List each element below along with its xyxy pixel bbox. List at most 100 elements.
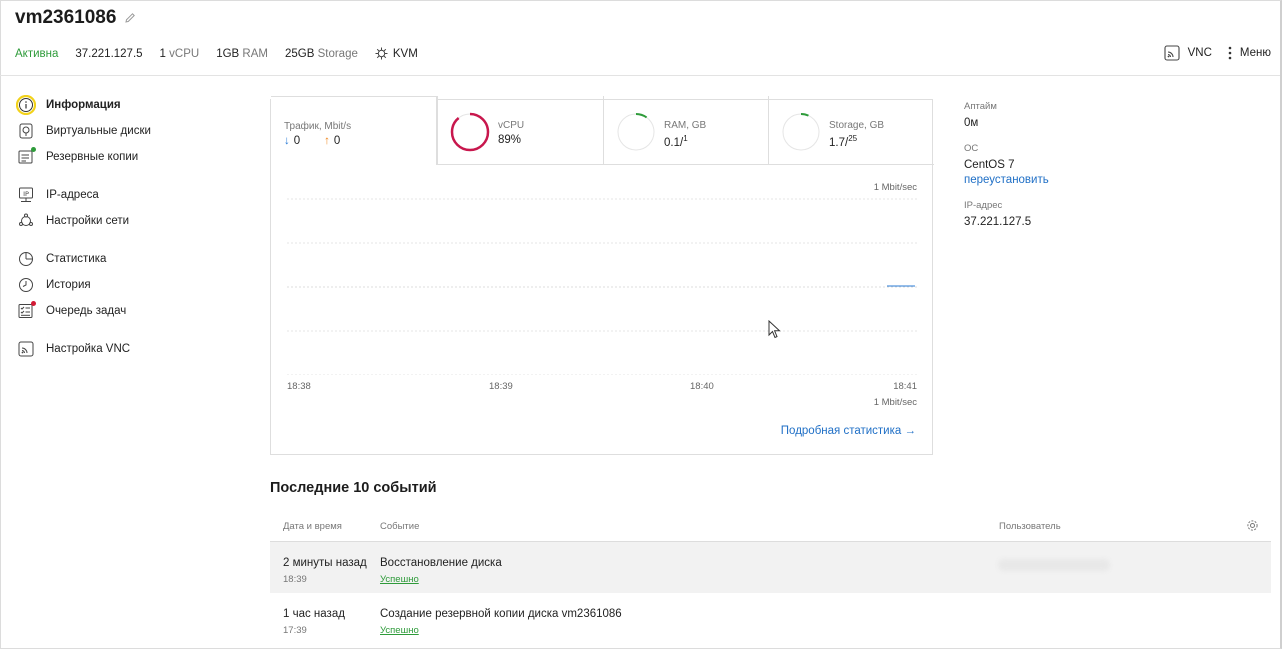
event-when: 1 час назад: [283, 608, 345, 620]
sidebar-item-label: История: [46, 279, 91, 291]
task-list-icon: [16, 301, 36, 321]
ram-label: RAM, GB: [664, 120, 707, 131]
sidebar-item-vnc[interactable]: Настройка VNC: [16, 336, 236, 362]
ram-value: 0.1/1: [664, 134, 688, 149]
top-actions: VNC Меню: [1164, 45, 1271, 61]
sidebar-item-info[interactable]: Информация: [16, 92, 236, 118]
info-icon: [16, 95, 36, 115]
vcpu-label: vCPU: [498, 120, 525, 131]
event-status-link[interactable]: Успешно: [380, 625, 419, 636]
pencil-icon[interactable]: [124, 12, 136, 24]
event-time: 18:39: [283, 574, 307, 585]
sidebar-item-label: Настройка VNC: [46, 343, 131, 355]
network-icon: [16, 211, 36, 231]
tab-traffic[interactable]: Трафик, Mbit/s ↓ 0 ↑ 0: [271, 96, 437, 165]
sidebar-item-label: Информация: [46, 99, 121, 111]
sidebar-item-history[interactable]: История: [16, 272, 236, 298]
disk-icon: [16, 121, 36, 141]
vnc-label: VNC: [1187, 47, 1212, 59]
vm-cpu: 1 vCPU: [159, 47, 200, 60]
sidebar: Информация Виртуальные диски Резервные к…: [16, 92, 236, 362]
uptime-value: 0м: [964, 117, 979, 129]
sidebar-item-statistics[interactable]: Статистика: [16, 246, 236, 272]
events-table: Дата и время Событие Пользователь 2 мину…: [270, 512, 1271, 644]
backup-icon: [16, 147, 36, 167]
storage-value: 1.7/25: [829, 134, 858, 149]
reinstall-link[interactable]: переустановить: [964, 174, 1164, 186]
event-when: 2 минуты назад: [283, 557, 367, 569]
event-description: Восстановление диска: [380, 557, 502, 569]
ip-icon: IP: [16, 185, 36, 205]
traffic-down: 0: [293, 135, 301, 147]
gauge-track: [617, 113, 655, 151]
vnc-button[interactable]: VNC: [1164, 45, 1212, 61]
tab-storage[interactable]: Storage, GB 1.7/25: [768, 96, 934, 165]
event-description: Создание резервной копии диска vm2361086: [380, 608, 622, 620]
table-row[interactable]: 1 час назад 17:39 Создание резервной коп…: [270, 593, 1271, 644]
detailed-stats-link[interactable]: Подробная статистика →: [781, 425, 916, 437]
sidebar-item-task-queue[interactable]: Очередь задач: [16, 298, 236, 324]
sidebar-item-label: IP-адреса: [46, 189, 99, 201]
sidebar-item-label: Виртуальные диски: [46, 125, 151, 137]
storage-gauge: [782, 113, 820, 151]
virt-type: KVM: [375, 47, 418, 60]
ip-value: 37.221.127.5: [964, 216, 1032, 228]
gear-chip-icon: [375, 47, 388, 60]
gauge-fill: [450, 112, 490, 152]
event-user-redacted: [998, 559, 1110, 571]
x-tick: 18:41: [893, 381, 917, 392]
scale-bottom-label: 1 Mbit/sec: [873, 397, 917, 408]
kebab-menu-icon: [1228, 46, 1232, 60]
vm-storage: 25GB Storage: [284, 47, 358, 60]
sidebar-item-disks[interactable]: Виртуальные диски: [16, 118, 236, 144]
vm-ip: 37.221.127.5: [75, 47, 143, 60]
sidebar-item-label: Статистика: [46, 253, 107, 265]
sidebar-item-label: Очередь задач: [46, 305, 127, 317]
ram-gauge: [617, 113, 655, 151]
vm-title: vm2361086: [15, 7, 136, 29]
menu-label: Меню: [1239, 47, 1271, 59]
stats-tabs: Трафик, Mbit/s ↓ 0 ↑ 0 vCPU 89% RAM, GB 0.…: [271, 96, 934, 165]
uptime-label: Аптайм: [964, 101, 997, 112]
sidebar-item-label: Настройки сети: [46, 215, 130, 227]
traffic-label: Трафик, Mbit/s: [284, 121, 352, 132]
header-divider: [0, 75, 1280, 76]
events-title: Последние 10 событий: [270, 480, 437, 496]
menu-button[interactable]: Меню: [1228, 46, 1271, 60]
traffic-values: ↓ 0 ↑ 0: [284, 135, 340, 147]
tab-vcpu[interactable]: vCPU 89%: [437, 96, 603, 165]
column-header-datetime: Дата и время: [283, 521, 342, 532]
chart-grid: [287, 198, 917, 375]
mouse-pointer-icon: [768, 320, 781, 339]
sidebar-item-backups[interactable]: Резервные копии: [16, 144, 236, 170]
sidebar-item-network[interactable]: Настройки сети: [16, 208, 236, 234]
column-header-event: Событие: [380, 521, 420, 532]
x-axis-ticks: 18:38 18:39 18:40 18:41: [287, 381, 917, 395]
vm-name: vm2361086: [15, 7, 117, 28]
os-label: ОС: [964, 143, 979, 154]
clock-icon: [16, 275, 36, 295]
x-tick: 18:39: [489, 381, 513, 392]
vcpu-value: 89%: [498, 134, 522, 146]
events-table-header: Дата и время Событие Пользователь: [270, 512, 1271, 542]
svg-text:IP: IP: [23, 190, 29, 198]
column-header-user: Пользователь: [999, 521, 1061, 532]
x-tick: 18:40: [690, 381, 714, 392]
tab-ram[interactable]: RAM, GB 0.1/1: [603, 96, 768, 165]
vm-ram: 1GB RAM: [216, 47, 268, 60]
storage-label: Storage, GB: [829, 120, 885, 131]
os-value: CentOS 7: [964, 159, 1015, 171]
vm-info-panel: Аптайм 0м ОС CentOS 7 переустановить IP-…: [964, 101, 1164, 242]
x-tick: 18:38: [287, 381, 311, 392]
vnc-icon: [16, 339, 36, 359]
sidebar-item-ip[interactable]: IP IP-адреса: [16, 182, 236, 208]
vnc-icon: [1164, 45, 1180, 61]
gear-icon[interactable]: [1246, 519, 1259, 532]
table-row[interactable]: 2 минуты назад 18:39 Восстановление диск…: [270, 542, 1271, 593]
vcpu-gauge: [450, 112, 490, 152]
event-status-link[interactable]: Успешно: [380, 574, 419, 585]
arrow-up-icon: ↑: [324, 135, 330, 147]
event-time: 17:39: [283, 625, 307, 636]
ip-label: IP-адрес: [964, 200, 1003, 211]
status-badge: Активна: [15, 47, 59, 60]
